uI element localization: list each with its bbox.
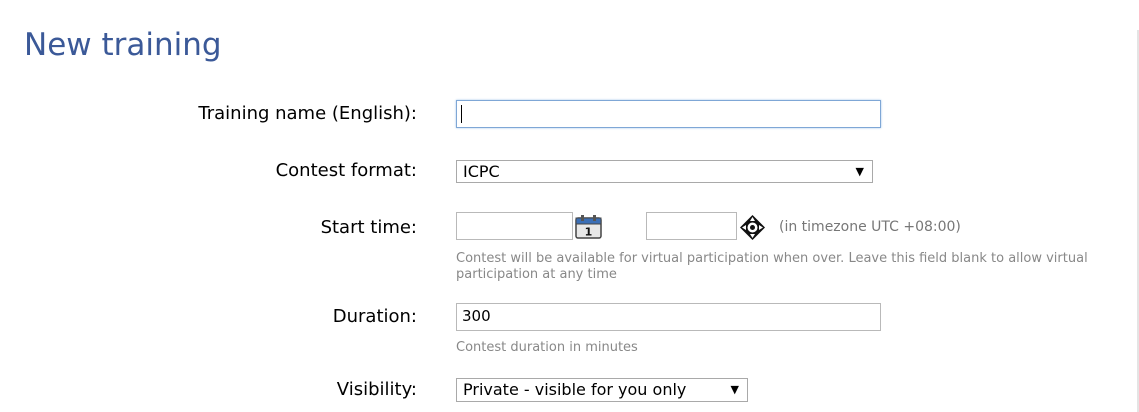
start-time-hint: Contest will be available for virtual pa… — [456, 251, 1088, 282]
duration-input[interactable]: 300 — [456, 303, 881, 331]
duration-hint: Contest duration in minutes — [456, 340, 638, 355]
start-time-label: Start time: — [320, 217, 417, 238]
start-date-input[interactable] — [456, 212, 573, 240]
contest-format-select[interactable]: ICPC ▼ — [456, 160, 873, 183]
dropdown-arrow-icon: ▼ — [855, 165, 864, 178]
dropdown-arrow-icon: ▼ — [730, 383, 739, 396]
training-name-input[interactable] — [456, 100, 881, 128]
duration-label: Duration: — [332, 306, 417, 327]
contest-format-value: ICPC — [463, 162, 500, 181]
timezone-note: (in timezone UTC +08:00) — [779, 219, 961, 235]
contest-format-label: Contest format: — [275, 160, 417, 181]
duration-value: 300 — [462, 307, 491, 325]
page-title: New training — [24, 27, 222, 63]
text-caret — [461, 105, 462, 123]
training-name-label: Training name (English): — [198, 103, 417, 124]
calendar-icon[interactable]: 1 — [575, 214, 603, 240]
visibility-label: Visibility: — [336, 379, 417, 400]
time-picker-icon[interactable] — [739, 214, 766, 241]
visibility-value: Private - visible for you only — [463, 380, 687, 399]
calendar-day-number: 1 — [585, 226, 593, 239]
start-time-input[interactable] — [646, 212, 737, 240]
visibility-select[interactable]: Private - visible for you only ▼ — [456, 378, 748, 402]
